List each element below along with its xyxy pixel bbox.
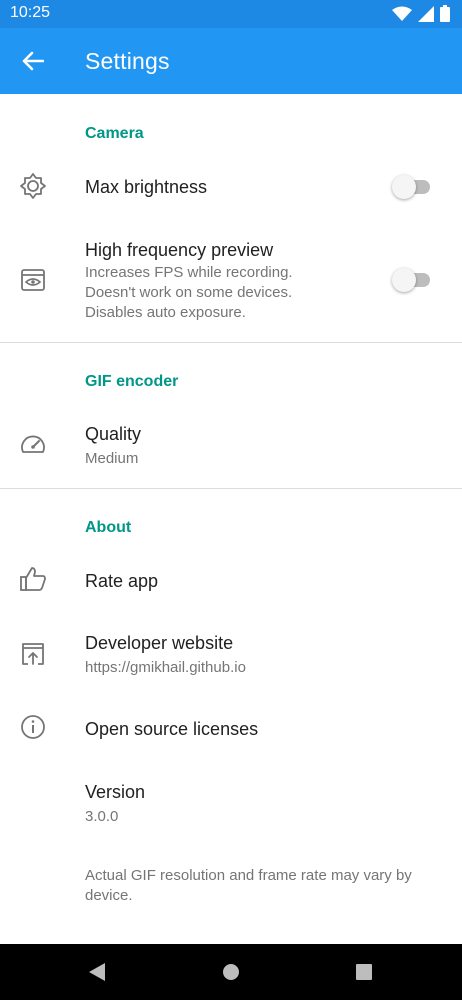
signal-icon xyxy=(418,5,434,22)
thumb-up-icon xyxy=(18,564,48,594)
arrow-back-icon xyxy=(22,51,44,71)
summary-line: Disables auto exposure. xyxy=(85,304,246,321)
status-icons xyxy=(392,5,450,22)
switch-thumb xyxy=(392,268,416,292)
section-header-about: About xyxy=(85,519,132,536)
pref-open-source-licenses[interactable]: Open source licenses xyxy=(0,700,462,756)
divider xyxy=(0,342,462,343)
triangle-back-icon xyxy=(89,963,105,981)
pref-title-developer-website: Developer website xyxy=(85,633,234,653)
app-bar: Settings xyxy=(0,28,462,94)
speed-gauge-icon xyxy=(18,429,48,459)
summary-line: Increases FPS while recording. xyxy=(85,264,293,281)
circle-home-icon xyxy=(223,964,239,980)
info-icon xyxy=(18,712,48,742)
pref-title-open-source-licenses: Open source licenses xyxy=(85,719,259,739)
pref-high-frequency-preview[interactable]: High frequency preview Increases FPS whi… xyxy=(0,228,462,334)
pref-title-version: Version xyxy=(85,782,146,802)
status-time: 10:25 xyxy=(10,4,51,21)
pref-summary-developer-website: https://gmikhail.github.io xyxy=(85,659,246,676)
pref-summary-high-frequency-preview: Increases FPS while recording. Doesn't w… xyxy=(85,263,293,323)
brightness-icon xyxy=(18,171,48,201)
section-header-camera: Camera xyxy=(85,125,144,142)
wifi-icon xyxy=(392,6,412,21)
back-button[interactable] xyxy=(14,44,52,78)
preview-icon xyxy=(18,265,48,295)
pref-quality[interactable]: Quality Medium xyxy=(0,408,462,480)
switch-thumb xyxy=(392,175,416,199)
pref-max-brightness[interactable]: Max brightness xyxy=(0,154,462,220)
summary-line: Doesn't work on some devices. xyxy=(85,284,293,301)
max-brightness-switch[interactable] xyxy=(392,175,432,199)
pref-summary-quality: Medium xyxy=(85,450,139,467)
section-header-gif-encoder: GIF encoder xyxy=(85,373,179,390)
status-bar: 10:25 xyxy=(0,0,462,28)
pref-version[interactable]: Version 3.0.0 xyxy=(0,768,462,838)
page-title: Settings xyxy=(85,48,170,74)
footer-note: Actual GIF resolution and frame rate may… xyxy=(85,867,412,904)
battery-icon xyxy=(440,5,450,22)
high-frequency-preview-switch[interactable] xyxy=(392,268,432,292)
navigation-bar xyxy=(0,944,462,1000)
nav-home-button[interactable] xyxy=(219,960,243,984)
nav-recents-button[interactable] xyxy=(352,960,376,984)
pref-title-rate-app: Rate app xyxy=(85,571,159,591)
nav-back-button[interactable] xyxy=(85,960,109,984)
pref-rate-app[interactable]: Rate app xyxy=(0,550,462,610)
pref-summary-version: 3.0.0 xyxy=(85,808,119,825)
pref-title-max-brightness: Max brightness xyxy=(85,177,208,197)
pref-developer-website[interactable]: Developer website https://gmikhail.githu… xyxy=(0,620,462,686)
square-recents-icon xyxy=(356,964,372,980)
open-in-browser-icon xyxy=(18,639,48,669)
pref-title-high-frequency-preview: High frequency preview xyxy=(85,240,274,260)
pref-title-quality: Quality xyxy=(85,424,142,444)
divider xyxy=(0,488,462,489)
